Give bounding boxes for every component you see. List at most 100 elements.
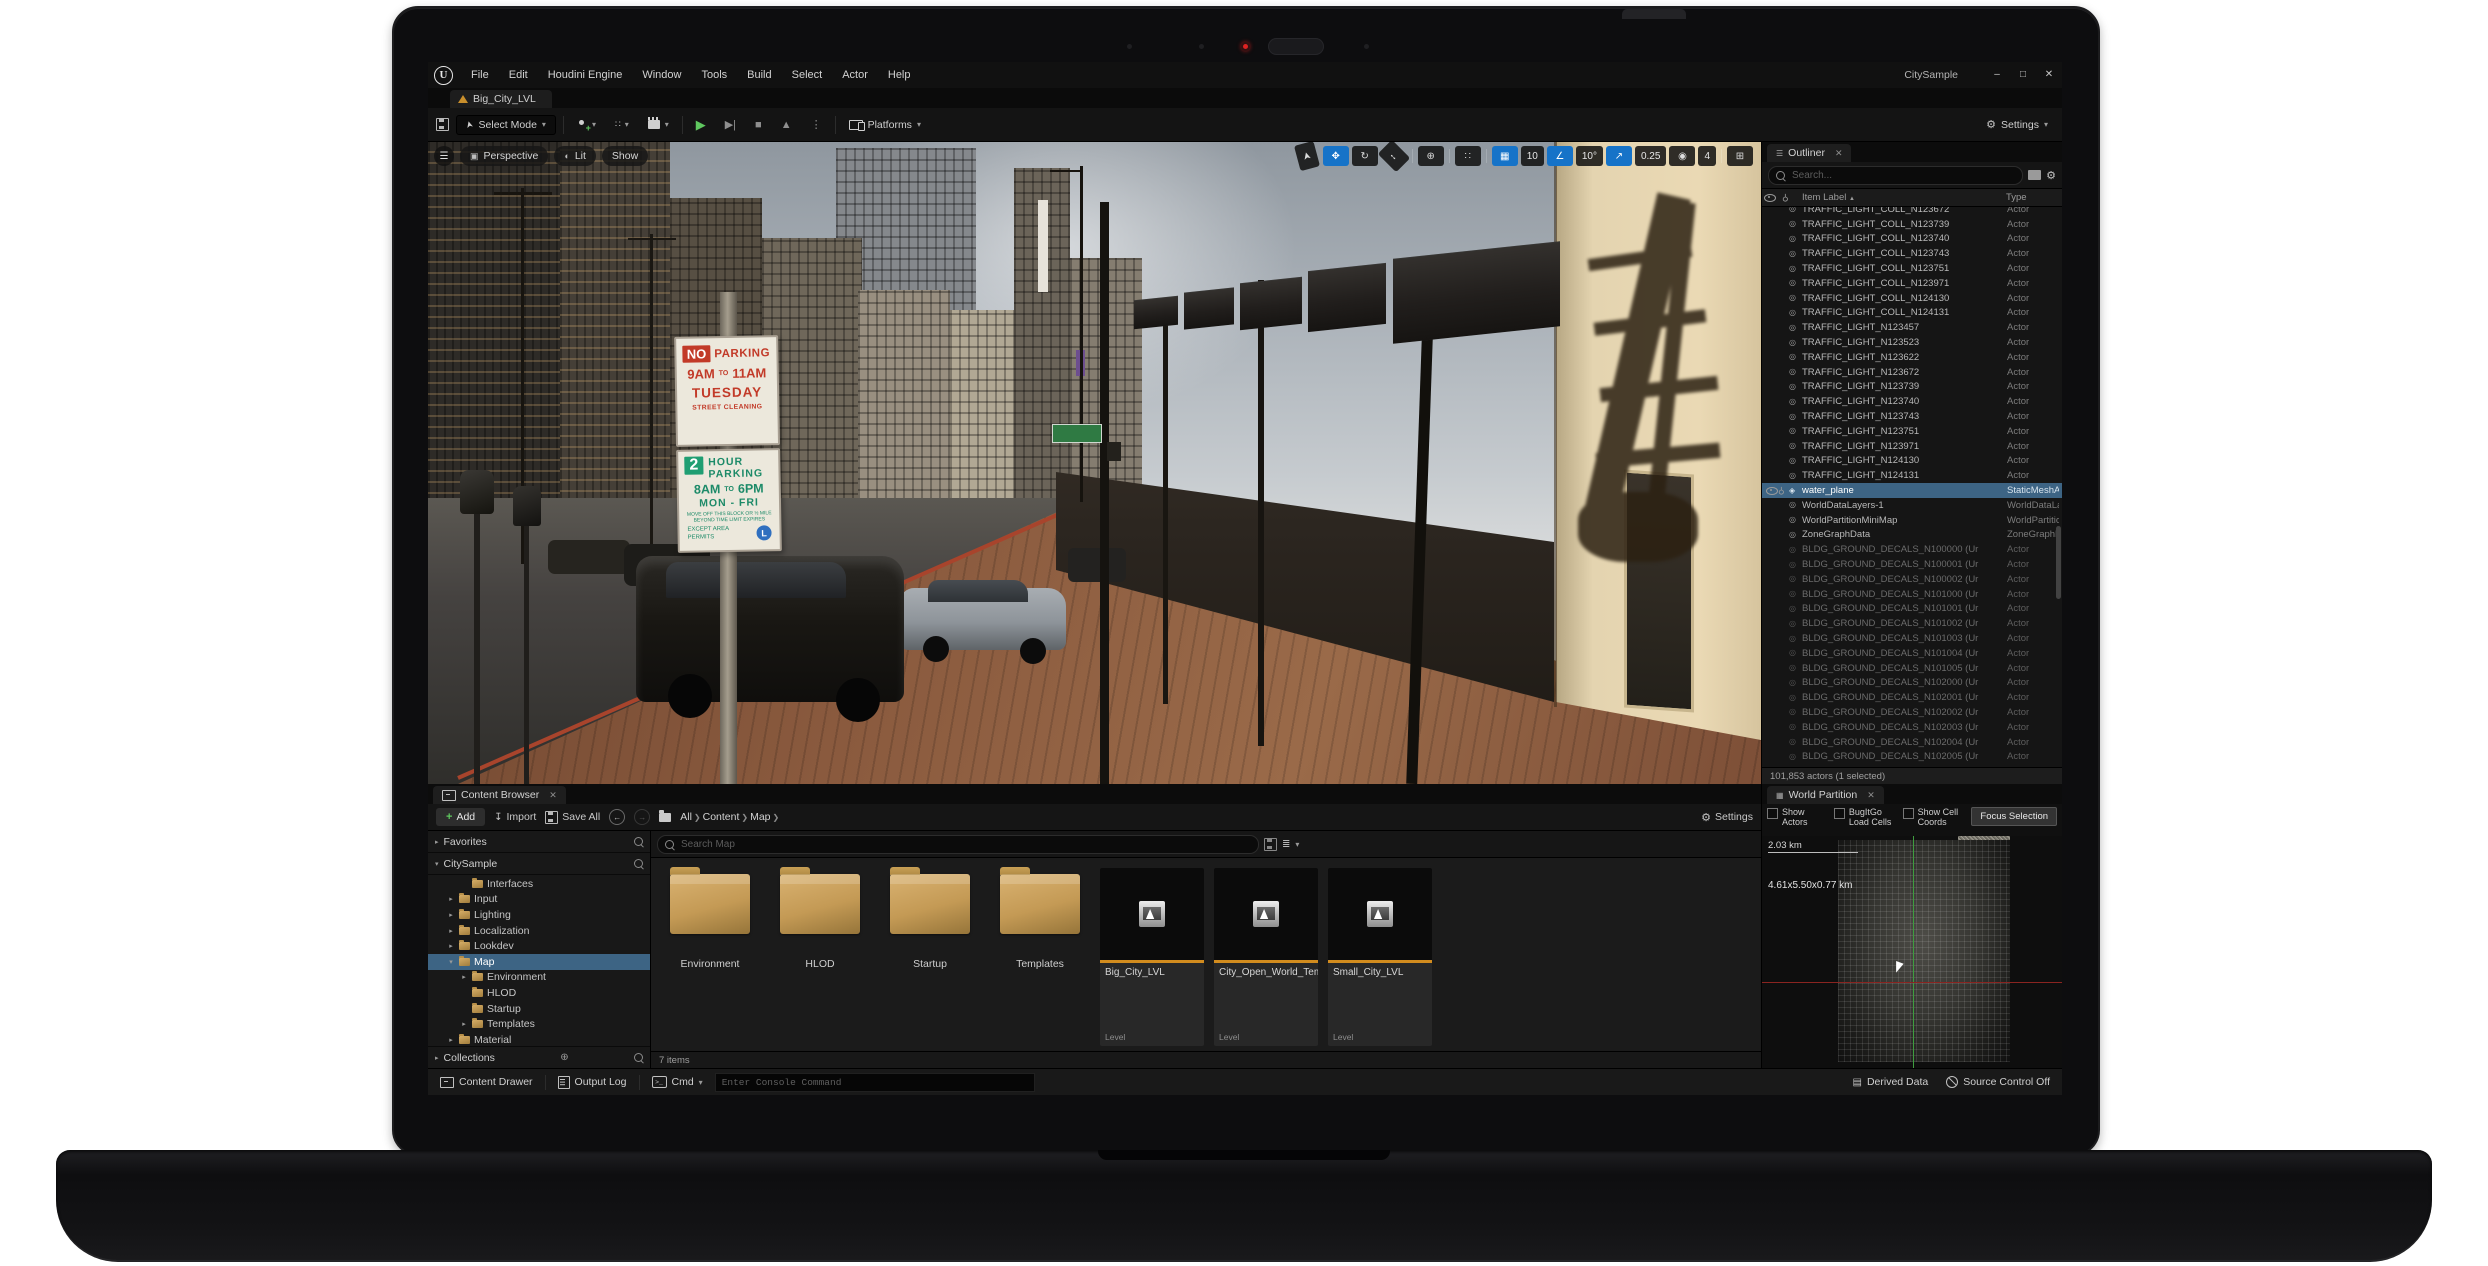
play-options-button[interactable]: ⋮ [805, 115, 828, 134]
menu-actor[interactable]: Actor [832, 62, 878, 88]
world-partition-minimap[interactable]: 2.03 km 4.61x5.50x0.77 km [1762, 836, 2062, 1068]
visibility-column-icon[interactable] [1764, 194, 1776, 202]
outliner-row[interactable]: ◎WorldPartitionMiniMapWorldPartitionMin [1762, 513, 2062, 528]
rotate-icon[interactable]: ↻ [1352, 146, 1378, 166]
settings-dropdown[interactable]: ⚙ Settings ▾ [1980, 115, 2054, 134]
checkbox-icon[interactable] [1767, 808, 1778, 819]
scrollbar-thumb[interactable] [2056, 526, 2061, 599]
outliner-row[interactable]: ◎BLDG_GROUND_DECALS_N101005 (UrActor [1762, 661, 2062, 676]
derived-data-button[interactable]: ▤ Derived Data [1849, 1076, 1933, 1088]
search-icon[interactable] [634, 837, 643, 846]
cinematics-dropdown[interactable]: ▾ [642, 117, 675, 132]
menu-build[interactable]: Build [737, 62, 781, 88]
outliner-row[interactable]: ◎TRAFFIC_LIGHT_N123672Actor [1762, 365, 2062, 380]
source-control-button[interactable]: Source Control Off [1942, 1076, 2054, 1088]
outliner-row[interactable]: ◎TRAFFIC_LIGHT_COLL_N124130Actor [1762, 291, 2062, 306]
viewport-menu-icon[interactable]: ☰ [434, 146, 454, 166]
eye-icon[interactable] [1766, 487, 1778, 495]
tree-expander-icon[interactable]: ▸ [460, 1020, 468, 1028]
minimize-button[interactable]: – [1984, 62, 2010, 88]
outliner-row[interactable]: ◎TRAFFIC_LIGHT_N123622Actor [1762, 350, 2062, 365]
tree-item-lookdev[interactable]: ▸Lookdev [428, 938, 650, 954]
search-icon[interactable] [634, 1053, 643, 1062]
outliner-row[interactable]: ◎WorldDataLayers-1WorldDataLayers [1762, 498, 2062, 513]
select-mode-dropdown[interactable]: ➤ Select Mode ▾ [456, 115, 556, 135]
tree-item-input[interactable]: ▸Input [428, 892, 650, 908]
tree-item-interfaces[interactable]: Interfaces [428, 876, 650, 892]
menu-tools[interactable]: Tools [691, 62, 737, 88]
surface-snap-icon[interactable]: ∷ [1455, 146, 1481, 166]
outliner-row[interactable]: ◎TRAFFIC_LIGHT_N123743Actor [1762, 409, 2062, 424]
move-icon[interactable]: ✥ [1323, 146, 1349, 166]
outliner-search[interactable] [1768, 166, 2023, 185]
frame-skip-button[interactable]: ▶| [719, 115, 742, 134]
checkbox-show-cell-coords[interactable]: Show Cell Coords [1903, 807, 1967, 828]
type-column[interactable]: Type [2006, 192, 2062, 203]
level-tile-city-open-world-template[interactable]: City_Open_World_TemplateLevel [1214, 868, 1318, 1046]
content-drawer-button[interactable]: Content Drawer [436, 1076, 537, 1088]
outliner-row[interactable]: ◎TRAFFIC_LIGHT_N123739Actor [1762, 380, 2062, 395]
folder-tile-templates[interactable]: Templates [990, 868, 1090, 970]
checkbox-icon[interactable] [1834, 808, 1845, 819]
close-icon[interactable]: ✕ [1835, 148, 1843, 159]
viewport-pill-lit[interactable]: ◐Lit [554, 146, 596, 166]
tree-expander-icon[interactable]: ▸ [447, 895, 455, 903]
stop-button[interactable]: ■ [749, 116, 768, 134]
menu-edit[interactable]: Edit [499, 62, 538, 88]
maximize-button[interactable]: □ [2010, 62, 2036, 88]
menu-houdini-engine[interactable]: Houdini Engine [538, 62, 633, 88]
filter-icon[interactable]: ≣ [1282, 839, 1290, 850]
outliner-row[interactable]: ◎TRAFFIC_LIGHT_N124130Actor [1762, 454, 2062, 469]
breadcrumb-all[interactable]: All [680, 811, 692, 823]
output-log-button[interactable]: Output Log [554, 1076, 631, 1089]
eject-button[interactable]: ▲ [775, 116, 798, 134]
checkbox-icon[interactable] [1903, 808, 1914, 819]
search-icon[interactable] [634, 859, 643, 868]
add-collection-icon[interactable]: ⊕ [560, 1052, 568, 1063]
scale-snap-icon[interactable]: ↗ [1606, 146, 1632, 166]
outliner-row[interactable]: ◎BLDG_GROUND_DECALS_N102005 (UrActor [1762, 749, 2062, 764]
outliner-row[interactable]: ◎TRAFFIC_LIGHT_N123740Actor [1762, 394, 2062, 409]
outliner-row[interactable]: ◎BLDG_GROUND_DECALS_N100001 (UrActor [1762, 557, 2062, 572]
outliner-row[interactable]: ◎TRAFFIC_LIGHT_COLL_N123971Actor [1762, 276, 2062, 291]
play-button[interactable]: ▶ [690, 114, 712, 136]
checkbox-show-actors[interactable]: Show Actors [1767, 807, 1829, 828]
outliner-row[interactable]: ◎BLDG_GROUND_DECALS_N101004 (UrActor [1762, 646, 2062, 661]
viewport-pill-perspective[interactable]: ▣Perspective [460, 146, 548, 166]
save-search-icon[interactable] [1264, 838, 1277, 851]
outliner-list[interactable]: ◎TRAFFIC_LIGHT_COLL_N123672Actor◎TRAFFIC… [1762, 207, 2062, 767]
folder-tile-startup[interactable]: Startup [880, 868, 980, 970]
menu-window[interactable]: Window [632, 62, 691, 88]
save-icon[interactable] [436, 118, 449, 131]
outliner-row[interactable]: ◎BLDG_GROUND_DECALS_N102001 (UrActor [1762, 690, 2062, 705]
blueprints-dropdown[interactable]: ∷▾ [609, 116, 635, 133]
asset-grid[interactable]: EnvironmentHLODStartupTemplatesBig_City_… [651, 858, 1761, 1051]
tab-world-partition[interactable]: ▦ World Partition ✕ [1767, 786, 1884, 804]
outliner-row[interactable]: ◎TRAFFIC_LIGHT_N123971Actor [1762, 439, 2062, 454]
outliner-row[interactable]: ◎TRAFFIC_LIGHT_COLL_N124131Actor [1762, 306, 2062, 321]
tab-content-browser[interactable]: Content Browser ✕ [433, 786, 566, 804]
collections-section[interactable]: ▸ Collections ⊕ [428, 1046, 650, 1068]
outliner-row[interactable]: ◎BLDG_GROUND_DECALS_N102002 (UrActor [1762, 705, 2062, 720]
folder-tile-environment[interactable]: Environment [660, 868, 760, 970]
tree-expander-icon[interactable]: ▸ [447, 927, 455, 935]
pin-column-icon[interactable]: ⚲ [1782, 192, 1789, 203]
angle-snap-icon[interactable]: ∠ [1547, 146, 1573, 166]
viewport-pill-show[interactable]: Show [602, 146, 648, 166]
maximize-viewport-icon[interactable]: ⊞ [1727, 146, 1753, 166]
outliner-row[interactable]: ◎BLDG_GROUND_DECALS_N101003 (UrActor [1762, 631, 2062, 646]
menu-help[interactable]: Help [878, 62, 921, 88]
breadcrumb-map[interactable]: Map [750, 811, 770, 823]
outliner-row[interactable]: ◎BLDG_GROUND_DECALS_N100002 (UrActor [1762, 572, 2062, 587]
tree-item-localization[interactable]: ▸Localization [428, 923, 650, 939]
level-tile-small-city-lvl[interactable]: Small_City_LVLLevel [1328, 868, 1432, 1046]
outliner-row[interactable]: ◎BLDG_GROUND_DECALS_N102004 (UrActor [1762, 735, 2062, 750]
outliner-row[interactable]: ◎TRAFFIC_LIGHT_N123523Actor [1762, 335, 2062, 350]
outliner-row[interactable]: ◎TRAFFIC_LIGHT_N124131Actor [1762, 468, 2062, 483]
outliner-row[interactable]: ◎TRAFFIC_LIGHT_COLL_N123739Actor [1762, 217, 2062, 232]
back-button[interactable]: ← [609, 809, 625, 825]
folder-tile-hlod[interactable]: HLOD [770, 868, 870, 970]
tree-item-startup[interactable]: Startup [428, 1001, 650, 1017]
tree-expander-icon[interactable]: ▸ [447, 911, 455, 919]
outliner-row[interactable]: ◎TRAFFIC_LIGHT_COLL_N123751Actor [1762, 261, 2062, 276]
